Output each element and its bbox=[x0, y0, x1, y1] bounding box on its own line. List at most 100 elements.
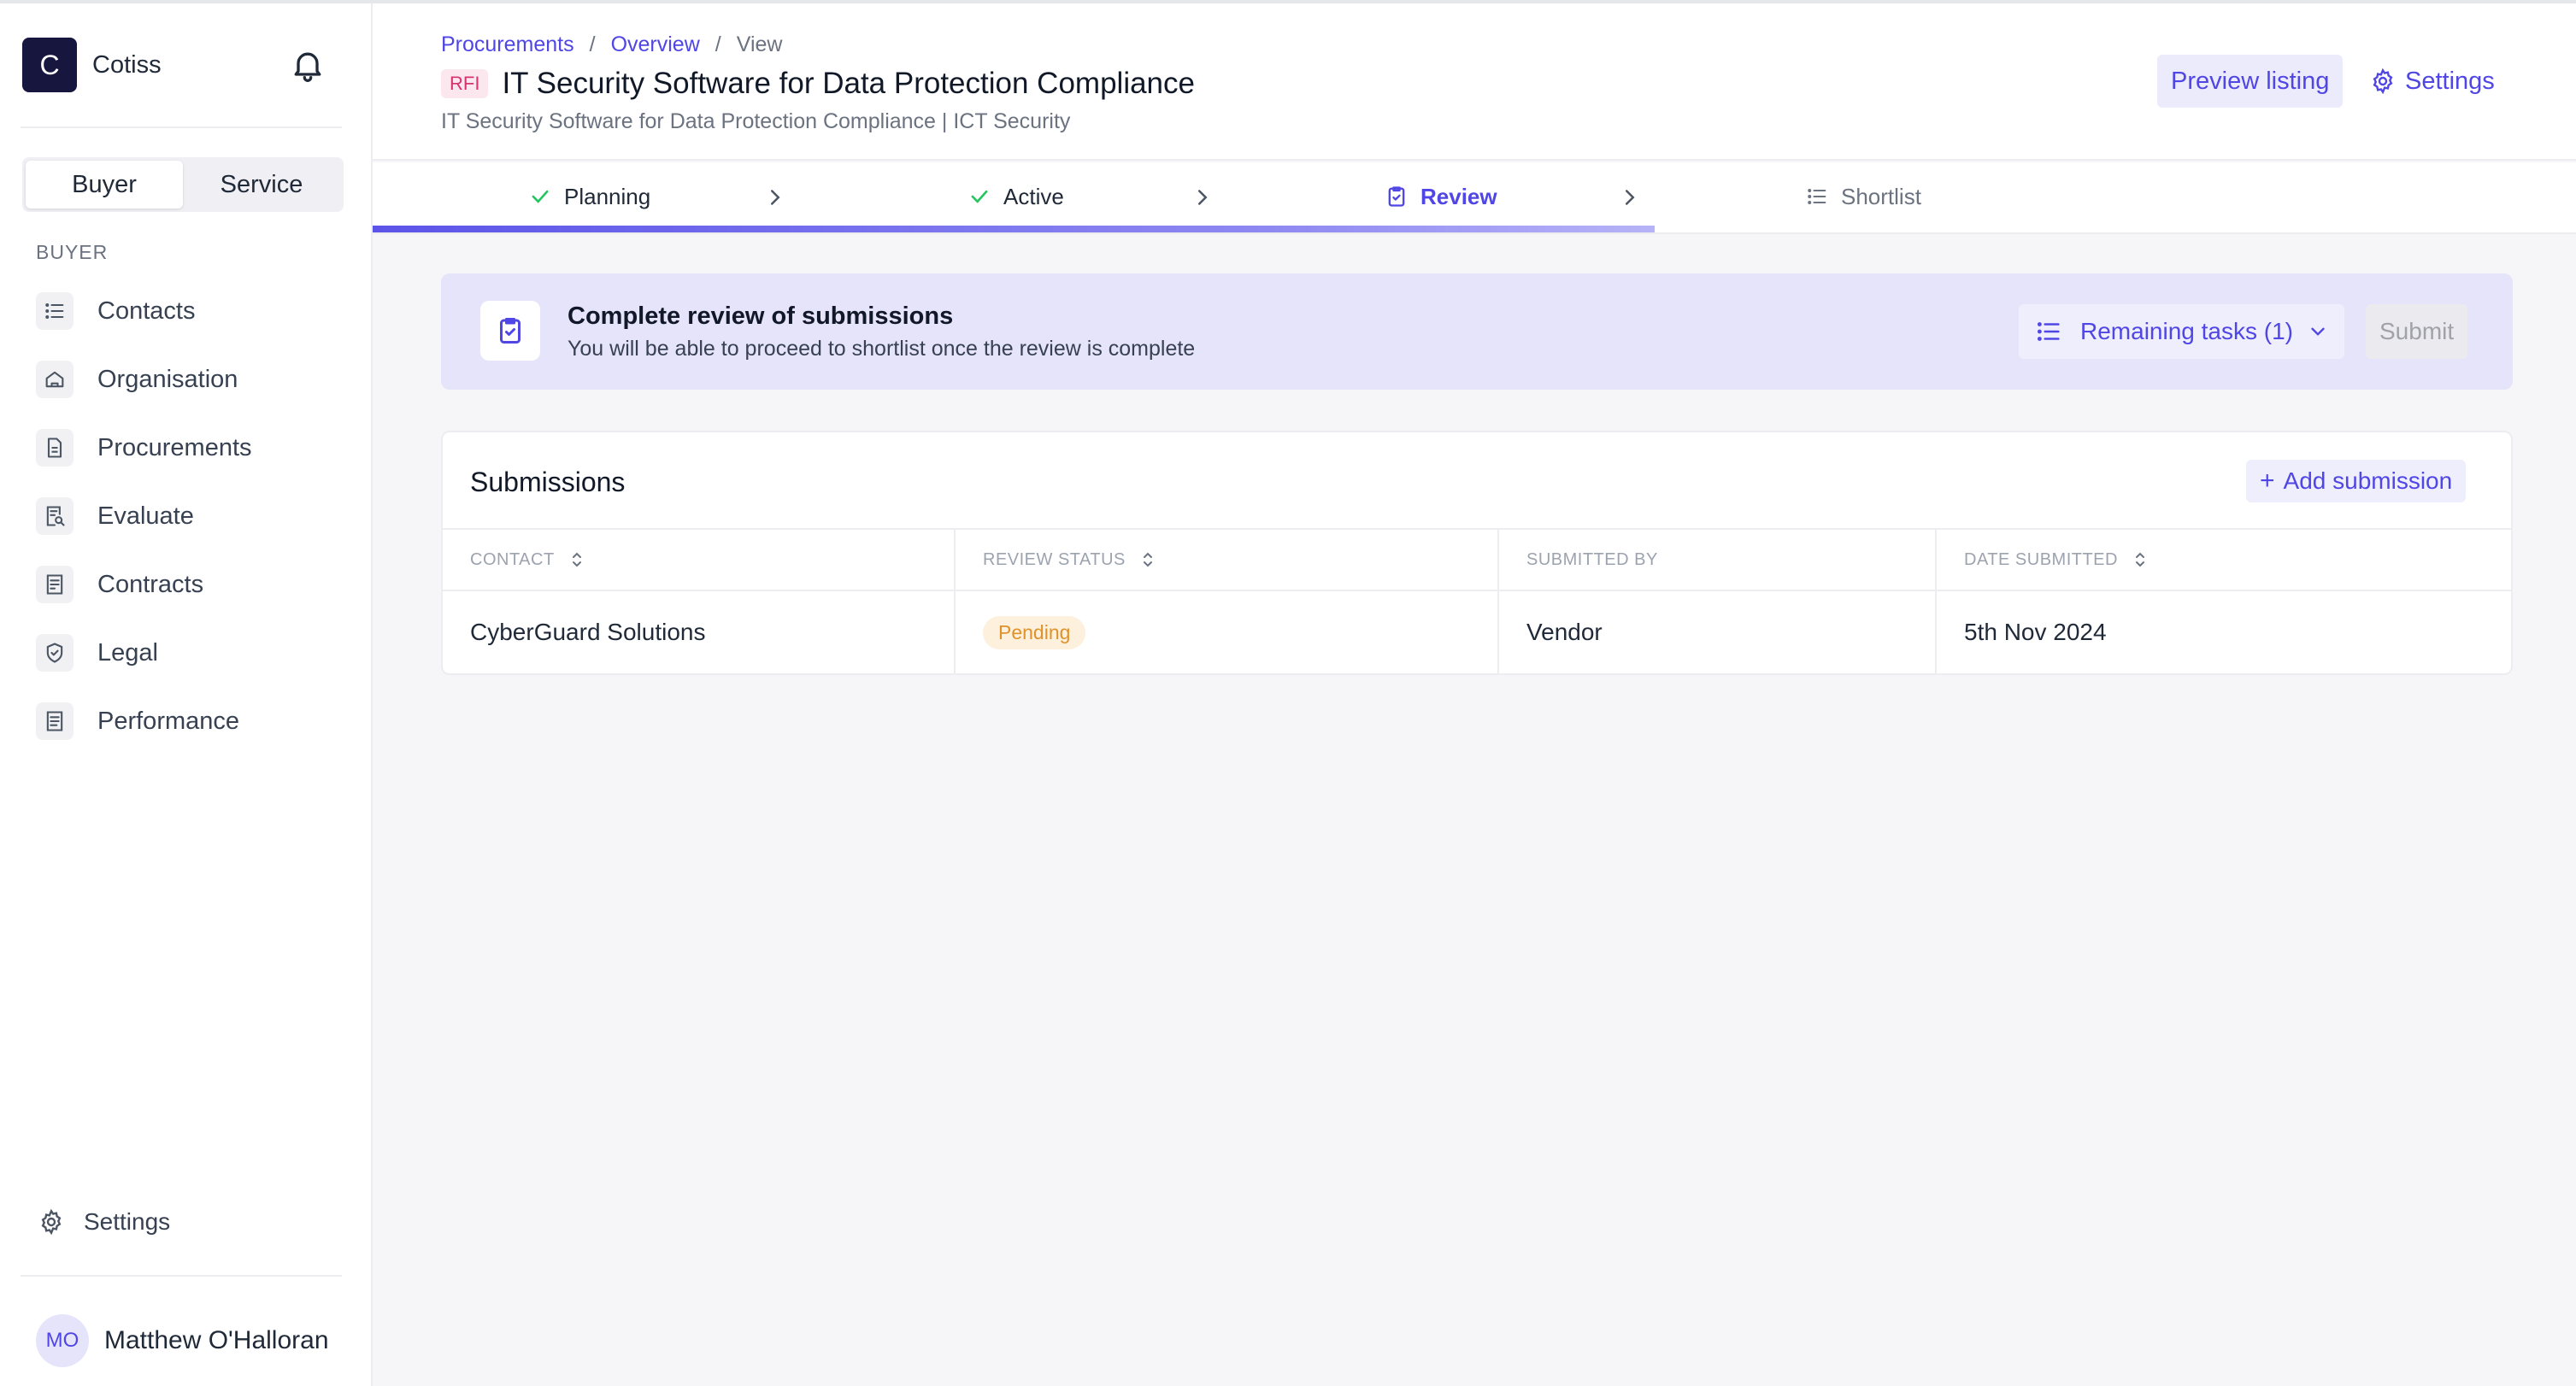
main-content: Procurements / Overview / View RFI IT Se… bbox=[373, 3, 2576, 1386]
column-header-date-submitted[interactable]: DATE SUBMITTED bbox=[1935, 530, 2511, 590]
sidebar-item-legal[interactable]: Legal bbox=[36, 619, 252, 687]
banner-title: Complete review of submissions bbox=[568, 302, 954, 330]
step-planning[interactable]: Planning bbox=[528, 162, 650, 231]
list-icon bbox=[1808, 189, 1826, 204]
brand-name: Cotiss bbox=[92, 50, 162, 79]
stage-stepper: Planning Active Review Shortlist bbox=[373, 162, 2576, 234]
column-header-submitted-by: SUBMITTED BY bbox=[1497, 530, 1935, 590]
step-review[interactable]: Review bbox=[1385, 162, 1497, 231]
list-icon bbox=[36, 292, 74, 330]
check-icon bbox=[971, 190, 988, 203]
table-header: CONTACT REVIEW STATUS SUBMITTED BY DATE … bbox=[443, 528, 2511, 591]
cell-submitted-by: Vendor bbox=[1497, 591, 1935, 673]
cell-review-status: Pending bbox=[954, 591, 1497, 673]
chevron-right-icon bbox=[771, 190, 780, 205]
step-active[interactable]: Active bbox=[967, 162, 1064, 231]
cell-contact: CyberGuard Solutions bbox=[470, 619, 706, 645]
status-badge: Pending bbox=[983, 615, 1086, 649]
step-label: Review bbox=[1420, 183, 1497, 209]
submissions-table: CONTACT REVIEW STATUS SUBMITTED BY DATE … bbox=[443, 528, 2511, 673]
buyer-service-toggle: Buyer Service bbox=[22, 157, 344, 212]
breadcrumb-procurements[interactable]: Procurements bbox=[441, 32, 574, 57]
sort-icon bbox=[1143, 552, 1152, 567]
shield-check-icon bbox=[36, 634, 74, 672]
brand-logo: C bbox=[22, 38, 77, 92]
plus-icon: + bbox=[2260, 467, 2275, 495]
home-icon bbox=[36, 361, 74, 398]
chevron-down-icon bbox=[2311, 327, 2325, 336]
sidebar-item-contracts[interactable]: Contracts bbox=[36, 550, 252, 619]
section-label-buyer: BUYER bbox=[36, 241, 109, 263]
sidebar-item-organisation[interactable]: Organisation bbox=[36, 345, 252, 414]
column-header-review-status[interactable]: REVIEW STATUS bbox=[954, 530, 1497, 590]
add-submission-label: Add submission bbox=[2283, 467, 2453, 494]
submissions-card: Submissions + Add submission CONTACT REV… bbox=[441, 431, 2513, 675]
sidebar-item-performance[interactable]: Performance bbox=[36, 687, 252, 755]
banner-clipboard bbox=[480, 301, 540, 361]
sidebar-item-label: Organisation bbox=[97, 365, 238, 393]
breadcrumb-separator: / bbox=[589, 32, 596, 56]
step-label: Active bbox=[1003, 183, 1064, 209]
breadcrumb: Procurements / Overview / View bbox=[441, 32, 782, 57]
app-window: C Cotiss Buyer Service BUYER Contacts Or… bbox=[0, 0, 2576, 1386]
remaining-tasks-label: Remaining tasks (1) bbox=[2080, 318, 2293, 344]
breadcrumb-current: View bbox=[736, 32, 783, 56]
stepper-progress-bar bbox=[373, 226, 1655, 232]
breadcrumb-separator: / bbox=[715, 32, 721, 56]
column-label: SUBMITTED BY bbox=[1526, 549, 1658, 569]
avatar: MO bbox=[36, 1314, 89, 1367]
page-subtitle: IT Security Software for Data Protection… bbox=[441, 109, 1071, 133]
sidebar-item-evaluate[interactable]: Evaluate bbox=[36, 482, 252, 550]
header-settings-button[interactable]: Settings bbox=[2369, 55, 2495, 108]
cell-date-submitted: 5th Nov 2024 bbox=[1935, 591, 2511, 673]
breadcrumb-overview[interactable]: Overview bbox=[611, 32, 700, 57]
step-label: Planning bbox=[564, 183, 651, 209]
list-icon bbox=[2037, 322, 2060, 341]
review-banner: Complete review of submissions You will … bbox=[441, 273, 2513, 390]
banner-description: You will be able to proceed to shortlist… bbox=[568, 337, 1196, 361]
gear-icon bbox=[2373, 68, 2393, 95]
sidebar-item-label: Contracts bbox=[97, 570, 204, 598]
performance-icon bbox=[36, 702, 74, 740]
check-icon bbox=[532, 190, 549, 203]
toggle-service[interactable]: Service bbox=[183, 161, 340, 208]
user-profile[interactable]: MO Matthew O'Halloran bbox=[36, 1314, 329, 1367]
sidebar-item-label: Legal bbox=[97, 638, 158, 667]
sidebar-nav: Contacts Organisation Procurements Evalu… bbox=[36, 277, 252, 755]
page-title: IT Security Software for Data Protection… bbox=[502, 67, 1195, 100]
sidebar-divider bbox=[21, 126, 342, 128]
column-label: REVIEW STATUS bbox=[983, 549, 1126, 569]
sidebar-item-label: Performance bbox=[97, 707, 240, 735]
sidebar-divider bbox=[21, 1275, 342, 1277]
sidebar-item-label: Evaluate bbox=[97, 502, 194, 530]
column-header-contact[interactable]: CONTACT bbox=[443, 530, 954, 590]
sidebar-settings[interactable]: Settings bbox=[38, 1208, 170, 1236]
sort-icon bbox=[572, 552, 581, 567]
chevron-right-icon bbox=[1198, 190, 1208, 205]
clipboard-check-icon bbox=[1388, 186, 1405, 207]
clipboard-check-icon bbox=[500, 318, 520, 344]
toggle-buyer[interactable]: Buyer bbox=[26, 161, 183, 208]
remaining-tasks-button[interactable]: Remaining tasks (1) bbox=[2019, 304, 2344, 359]
document-icon bbox=[36, 429, 74, 467]
sidebar-settings-label: Settings bbox=[84, 1208, 171, 1235]
user-name: Matthew O'Halloran bbox=[104, 1326, 329, 1354]
step-shortlist[interactable]: Shortlist bbox=[1805, 162, 1921, 231]
table-row[interactable]: CyberGuard Solutions Pending Vendor 5th … bbox=[443, 591, 2511, 673]
sidebar-item-contacts[interactable]: Contacts bbox=[36, 277, 252, 345]
header-settings-label: Settings bbox=[2405, 67, 2495, 95]
title-row: RFI IT Security Software for Data Protec… bbox=[441, 67, 1195, 101]
sidebar: C Cotiss Buyer Service BUYER Contacts Or… bbox=[0, 3, 373, 1386]
brand[interactable]: C Cotiss bbox=[22, 38, 162, 92]
preview-listing-button[interactable]: Preview listing bbox=[2157, 55, 2344, 108]
step-label: Shortlist bbox=[1841, 183, 1921, 209]
bell-icon[interactable] bbox=[289, 46, 326, 84]
add-submission-button[interactable]: + Add submission bbox=[2246, 460, 2467, 502]
document-search-icon bbox=[36, 497, 74, 535]
chevron-right-icon bbox=[1626, 190, 1635, 205]
sidebar-item-label: Procurements bbox=[97, 433, 252, 461]
sort-icon bbox=[2135, 552, 2144, 567]
submit-button[interactable]: Submit bbox=[2366, 304, 2468, 359]
sidebar-item-procurements[interactable]: Procurements bbox=[36, 414, 252, 482]
page-header: Procurements / Overview / View RFI IT Se… bbox=[373, 3, 2576, 161]
